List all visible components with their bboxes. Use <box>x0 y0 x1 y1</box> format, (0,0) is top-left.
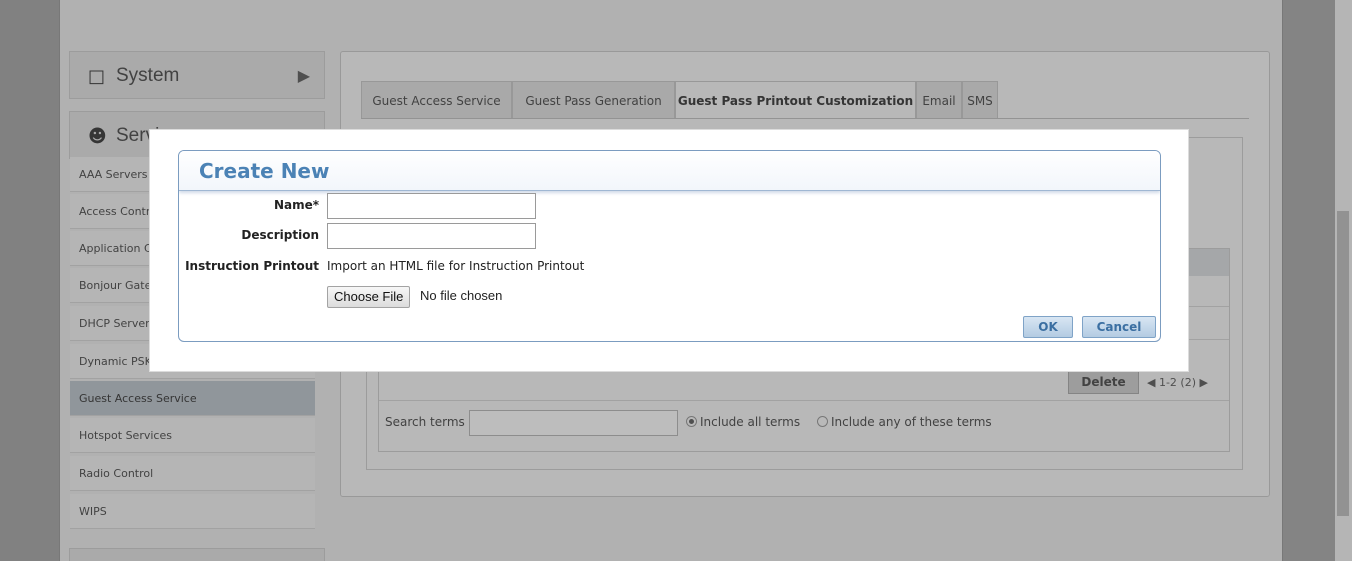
ok-button[interactable]: OK <box>1023 316 1073 338</box>
name-input[interactable] <box>327 193 536 219</box>
description-label: Description <box>241 228 319 242</box>
cancel-button[interactable]: Cancel <box>1082 316 1156 338</box>
create-new-dialog: Create New <box>178 150 1161 342</box>
description-input[interactable] <box>327 223 536 249</box>
no-file-chosen-text: No file chosen <box>420 288 503 303</box>
choose-file-button[interactable]: Choose File <box>327 286 411 308</box>
dialog-title-bar: Create New <box>179 151 1160 191</box>
instruction-printout-hint: Import an HTML file for Instruction Prin… <box>327 259 585 273</box>
dialog-title: Create New <box>199 159 330 183</box>
name-label: Name* <box>273 198 319 212</box>
instruction-printout-label: Instruction Printout <box>185 259 319 273</box>
